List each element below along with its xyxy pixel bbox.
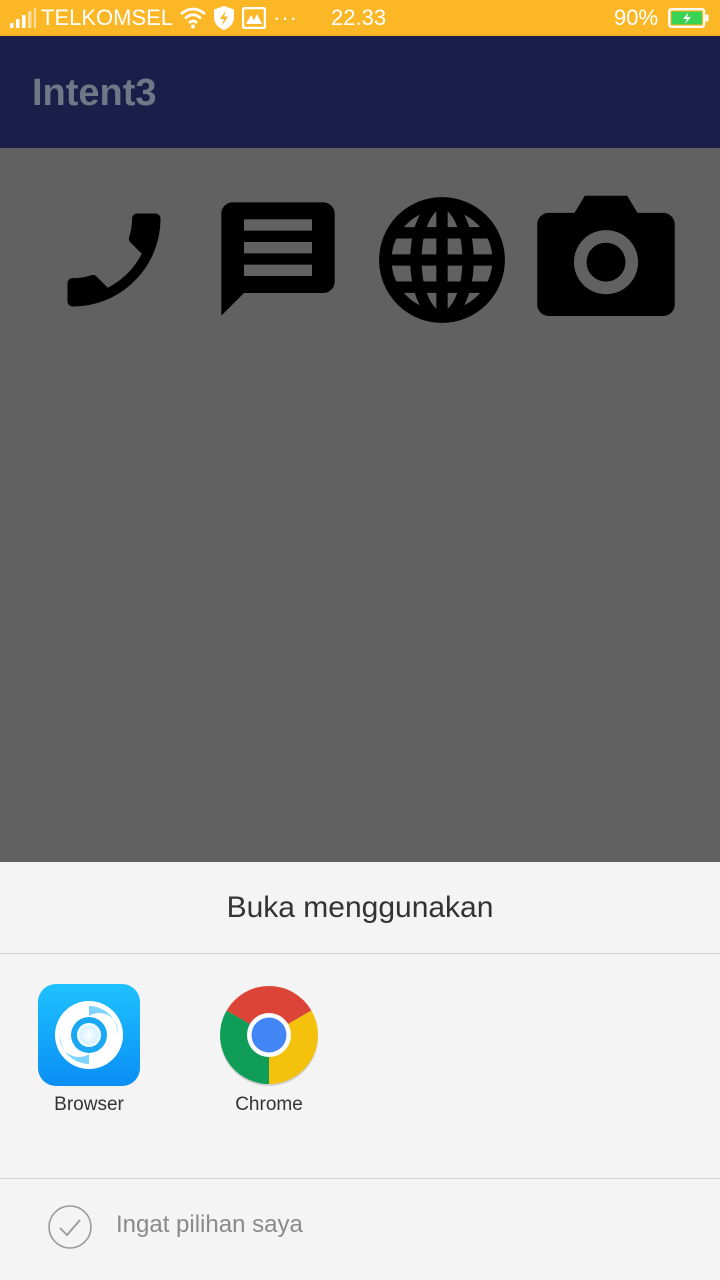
app-option-browser[interactable]: Browser [24, 984, 154, 1134]
wifi-icon [180, 0, 206, 36]
camera-icon[interactable] [536, 190, 676, 316]
title-divider [0, 953, 720, 954]
phone-icon[interactable] [48, 198, 180, 322]
browser-app-icon[interactable] [38, 984, 140, 1086]
screen: TELKOMSEL ··· 22.33 90% Intent3 Buka men… [0, 0, 720, 1280]
gallery-notification-icon [242, 0, 266, 36]
remember-checkbox-icon[interactable] [48, 1205, 92, 1249]
main-content-scrim[interactable] [0, 148, 720, 862]
app-option-chrome[interactable]: Chrome [204, 984, 334, 1134]
battery-percent: 90% [614, 5, 659, 30]
clock: 22.33 [331, 5, 387, 30]
globe-icon[interactable] [374, 192, 510, 328]
remember-choice-label: Ingat pilihan saya [116, 1211, 303, 1238]
chrome-app-icon[interactable] [218, 984, 320, 1086]
carrier-name: TELKOMSEL [41, 5, 174, 30]
more-notifications-icon: ··· [273, 5, 298, 30]
app-label-browser: Browser [54, 1094, 124, 1115]
battery-icon [668, 0, 710, 36]
status-bar: TELKOMSEL ··· 22.33 90% [0, 0, 720, 36]
app-bar: Intent3 [0, 36, 720, 148]
app-title: Intent3 [32, 72, 157, 114]
options-divider [0, 1178, 720, 1179]
remember-choice-row[interactable]: Ingat pilihan saya [0, 1180, 720, 1280]
signal-icon [10, 0, 36, 36]
chooser-title: Buka menggunakan [226, 891, 494, 924]
message-icon[interactable] [208, 191, 348, 327]
app-label-chrome: Chrome [235, 1094, 303, 1115]
shield-icon [213, 0, 235, 36]
app-chooser-sheet: Buka menggunakan Browser Chrome Ingat pi… [0, 862, 720, 1280]
